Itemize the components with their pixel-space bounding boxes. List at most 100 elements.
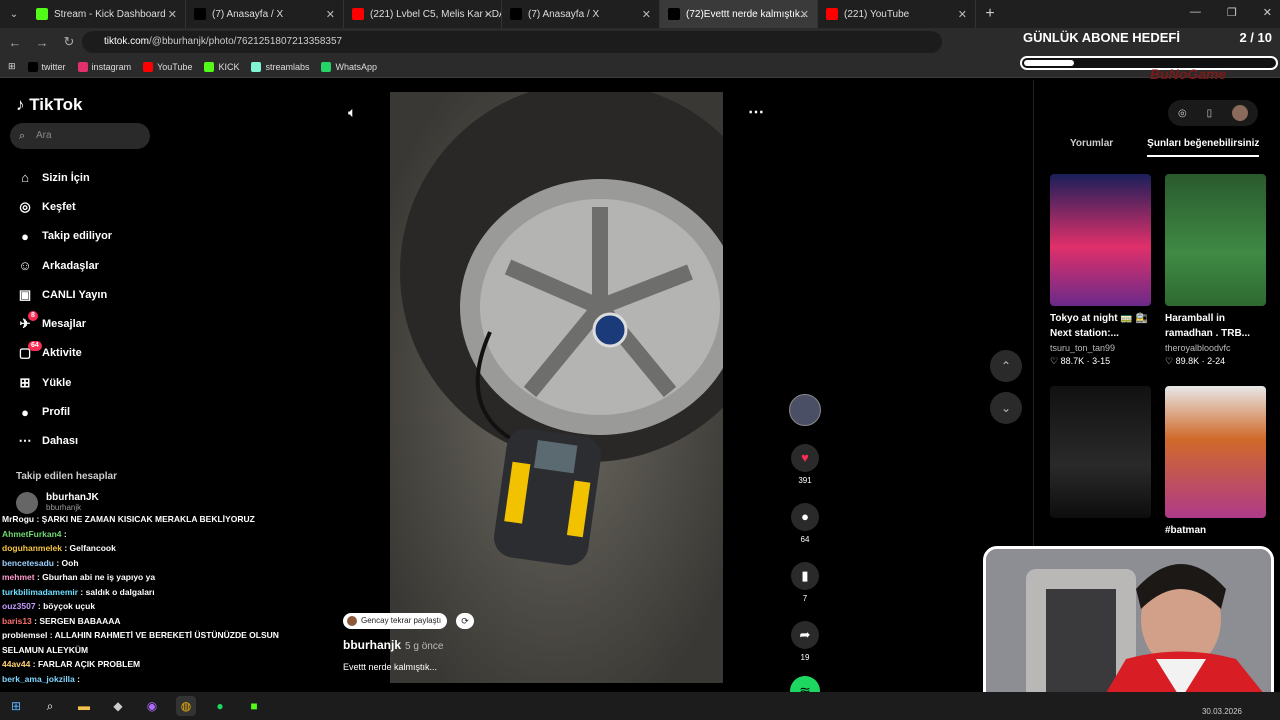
sidebar-item-label: Arkadaşlar [42,259,99,272]
apps-icon[interactable]: ⊞ [8,61,16,72]
discord-icon[interactable]: ◉ [142,696,162,716]
chrome-icon[interactable]: ◍ [176,696,196,716]
webcam-feed [986,549,1271,704]
close-tab-icon[interactable]: ✕ [484,8,493,21]
sidebar-item[interactable]: ▢ 64 Aktivite [16,339,112,368]
bookmark-item[interactable]: YouTube [143,61,192,72]
reload-icon[interactable]: ↻ [57,34,81,50]
avatar [16,492,38,514]
browser-tab[interactable]: (221) YouTube ✕ [818,0,976,28]
suggested-card[interactable] [1050,386,1151,518]
tab-title: (72)Evettt nerde kalmıştık... [686,8,809,20]
tab-favicon-icon [668,8,680,20]
device-icon[interactable]: ▯ [1207,108,1213,119]
suggested-card[interactable]: #batman [1165,386,1266,538]
kick-icon[interactable]: ■ [244,696,264,716]
bookmark-item[interactable]: streamlabs [251,61,309,72]
webcam-overlay [983,546,1274,707]
sidebar-item[interactable]: ☺ Arkadaşlar [16,251,112,280]
bookmark-icon [204,61,215,72]
sidebar-item[interactable]: ◎ Keşfet [16,192,112,221]
card-stats: ♡ 89.8K · 2-24 [1165,356,1226,366]
bookmark-icon [321,61,332,72]
close-tab-icon[interactable]: ✕ [642,8,651,21]
card-user: theroyalbloodvfc [1165,343,1231,353]
volume-icon[interactable]: 🔈︎ [348,104,356,121]
search-input[interactable]: ⌕ Ara [10,123,150,149]
suggested-card[interactable]: Haramball in ramadhan . TRB... theroyalbl… [1165,174,1266,367]
browser-tab[interactable]: (72)Evettt nerde kalmıştık... ✕ [660,0,818,28]
sidebar-item-label: CANLI Yayın [42,288,108,301]
like-button[interactable]: ♥ 391 [787,444,823,485]
tab-strip: Stream - Kick Dashboard ✕ (7) Anasayfa / X… [28,0,976,28]
explore-icon[interactable]: ◎ [1178,108,1187,119]
browser-tab[interactable]: Stream - Kick Dashboard ✕ [28,0,186,28]
next-post-button[interactable]: ⌄ [990,392,1022,424]
avatar[interactable] [1232,105,1249,121]
repost-badge[interactable]: Gencay tekrar paylaştı [343,613,448,629]
close-tab-icon[interactable]: ✕ [958,8,967,21]
sidebar-item[interactable]: ▣ CANLI Yayın [16,280,112,309]
back-icon[interactable]: ← [3,35,27,50]
tab-favicon-icon [352,8,364,20]
tab-suggested[interactable]: Şunları beğenebilirsiniz [1147,138,1260,157]
tab-comments[interactable]: Yorumlar [1070,138,1113,157]
bookmark-item[interactable]: instagram [77,61,131,72]
tab-title: (221) YouTube [844,8,910,20]
profile-icon: ● [21,404,29,420]
bookmark-item[interactable]: WhatsApp [321,61,377,72]
file-explorer-icon[interactable]: ▬ [74,696,94,716]
post-photo[interactable] [390,92,723,683]
notification-badge: 8 [28,311,38,322]
restore-icon[interactable]: ❐ [1227,6,1237,19]
chat-text: Gburhan abi ne iş yapıyo ya [42,572,156,582]
repost-icon[interactable]: ⟳ [456,613,474,629]
minimize-icon[interactable]: — [1190,6,1201,19]
sidebar-item[interactable]: ⊞ Yükle [16,368,112,397]
bookmark-item[interactable]: KICK [204,61,239,72]
close-window-icon[interactable]: ✕ [1263,6,1272,19]
app-icon[interactable]: ◆ [108,696,128,716]
new-tab-icon[interactable]: + [976,5,1004,23]
url-field[interactable]: tiktok.com/@bburhanjk/photo/762125180721… [82,31,942,53]
goal-progress-bar [1020,56,1278,70]
sidebar-item-label: Takip ediliyor [42,230,113,243]
tab-search-icon[interactable]: ⌄ [0,9,28,20]
post-author[interactable]: bburhanjk 5 g önce [343,638,443,652]
chat-user: ouz3507 [2,601,36,611]
chat-message: 44av44 : FARLAR AÇIK PROBLEM [2,659,141,669]
sidebar-item[interactable]: ● Profil [16,397,112,426]
previous-post-button[interactable]: ⌃ [990,350,1022,382]
browser-tab[interactable]: (7) Anasayfa / X ✕ [186,0,344,28]
browser-tab[interactable]: (7) Anasayfa / X ✕ [502,0,660,28]
heart-icon: ♡ [1165,356,1174,366]
author-avatar[interactable] [789,394,821,426]
chat-message: turkbilimadamemir : saldık o dalgaları [2,586,155,597]
chat-message: MrRogu : ŞARKI NE ZAMAN KISICAK MERAKLA … [2,514,255,524]
bookmark-item[interactable]: twitter [27,61,66,72]
sidebar-item[interactable]: ⋯ Dahası [16,427,112,456]
save-button[interactable]: ▮ 7 [787,562,823,603]
spotify-taskbar-icon[interactable]: ● [210,696,230,716]
more-options-icon[interactable]: ⋯ [748,102,764,122]
share-button[interactable]: ➦ 19 [787,621,823,662]
forward-icon[interactable]: → [30,35,54,50]
share-count: 19 [800,653,810,662]
search-icon[interactable]: ⌕ [40,696,60,716]
suggested-card[interactable]: Tokyo at night 🚃 🚉 Next station:... tsuru… [1050,174,1151,367]
close-tab-icon[interactable]: ✕ [168,8,177,21]
close-tab-icon[interactable]: ✕ [800,8,809,21]
browser-tab[interactable]: (221) Lvbel C5, Melis Kar - DAG ✕ [344,0,502,28]
sidebar-item[interactable]: ⌂ Sizin İçin [16,163,112,192]
sidebar-item[interactable]: ● Takip ediliyor [16,222,112,251]
tab-title: Stream - Kick Dashboard [54,8,166,20]
chat-user: AhmetFurkan4 [2,528,62,539]
close-tab-icon[interactable]: ✕ [326,8,335,21]
tiktok-logo[interactable]: ♪ TikTok [16,95,82,115]
following-account[interactable]: bburhanJK bburhanjk [16,492,99,514]
bookmark-icon [143,61,154,72]
sidebar-item[interactable]: ✈ 8 Mesajlar [16,309,112,338]
comment-button[interactable]: ● 64 [787,503,823,544]
tab-title: (7) Anasayfa / X [212,8,284,20]
start-icon[interactable]: ⊞ [6,696,26,716]
